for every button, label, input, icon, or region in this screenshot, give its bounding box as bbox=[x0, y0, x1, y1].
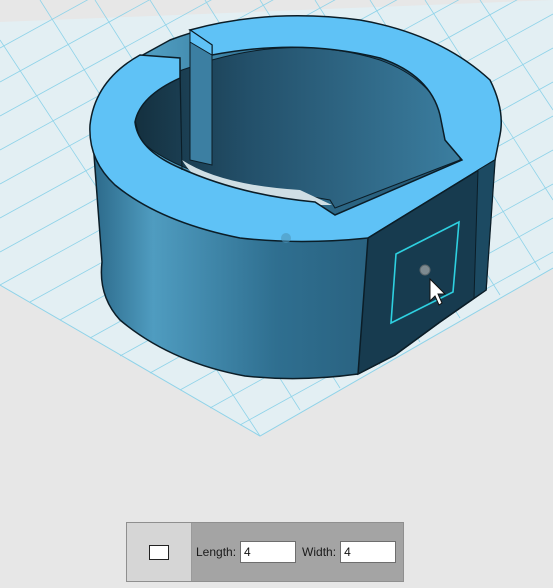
length-label: Length: bbox=[196, 545, 237, 559]
dimension-fields: Length: Width: bbox=[192, 541, 397, 563]
rectangle-shape-button[interactable] bbox=[127, 523, 192, 581]
length-input[interactable] bbox=[240, 541, 297, 563]
3d-viewport[interactable] bbox=[0, 0, 553, 588]
rectangle-icon bbox=[149, 544, 169, 560]
sketch-dimension-toolbar: Length: Width: bbox=[126, 522, 404, 582]
width-label: Width: bbox=[302, 545, 337, 559]
width-input[interactable] bbox=[340, 541, 397, 563]
